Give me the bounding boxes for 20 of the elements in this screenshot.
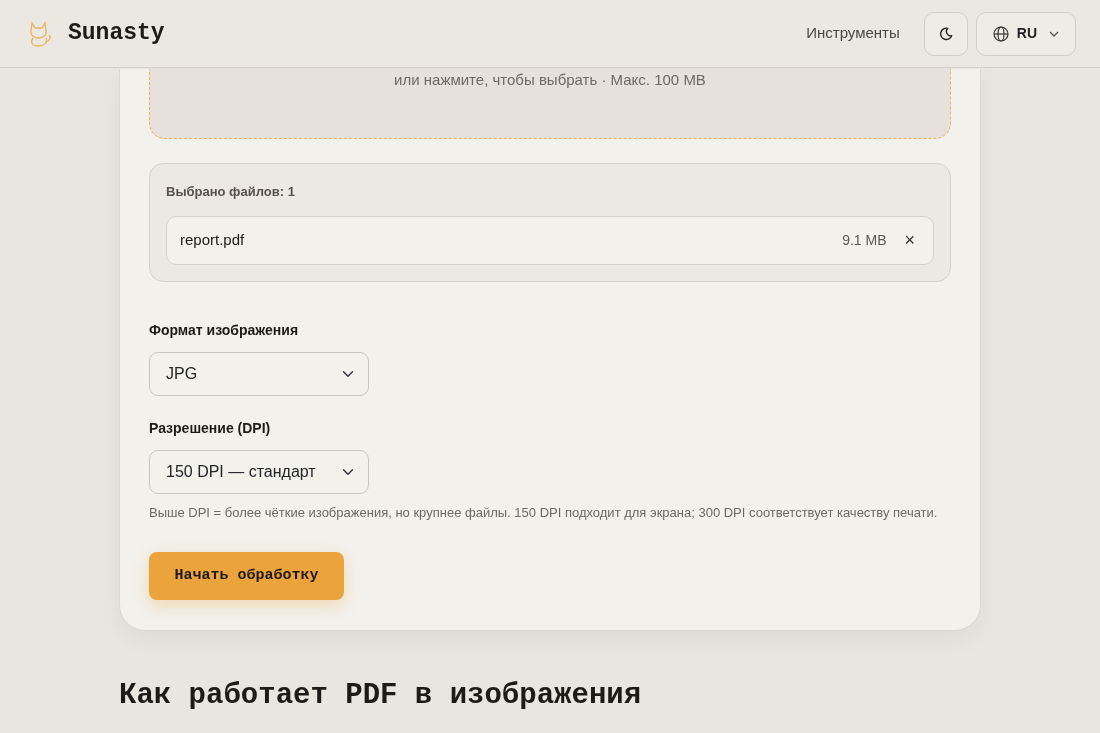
file-count: Выбрано файлов: 1 xyxy=(166,183,296,201)
field-label: Разрешение (DPI) xyxy=(149,418,272,438)
help-text: Выше DPI = более чёткие изображения, но крупнее файлы. 150 DPI подходит для экрана; 300 DPI соответствует качеству печати. xyxy=(149,503,939,522)
remove-file-button[interactable]: × xyxy=(898,226,921,254)
moon-icon xyxy=(938,27,953,42)
language-button[interactable]: RU xyxy=(975,11,1076,56)
globe-icon xyxy=(992,25,1009,42)
select-field[interactable]: 150 DPI — стандарт xyxy=(149,449,369,494)
chevron-down-icon xyxy=(1049,30,1059,37)
start-button[interactable]: Начать обработку xyxy=(149,552,344,600)
section-heading: Как работает PDF в изображения xyxy=(119,679,643,714)
file-size: 9.1 MB xyxy=(842,230,887,250)
nav-link[interactable]: Инструменты xyxy=(806,22,900,45)
select-field[interactable]: JPG xyxy=(149,351,369,396)
theme-toggle-button[interactable] xyxy=(923,11,968,56)
drop-hint: или нажмите, чтобы выбрать · Макс. 100 MB xyxy=(393,70,707,90)
drop-zone[interactable]: или нажмите, чтобы выбрать · Макс. 100 MB xyxy=(149,69,951,139)
field-label: Формат изображения xyxy=(149,320,300,340)
file-name: report.pdf xyxy=(180,229,245,250)
brand-name: Sunasty xyxy=(68,19,165,49)
